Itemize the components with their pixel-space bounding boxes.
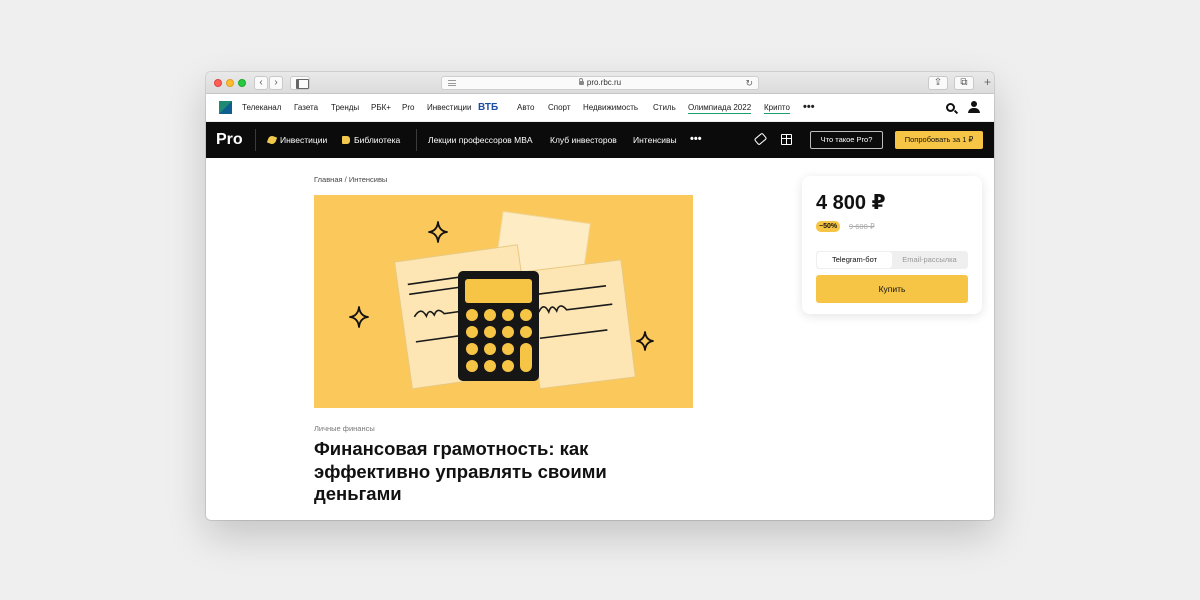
pro-nav-bar: Pro Инвестиции Библиотека Лекции професс… bbox=[206, 122, 994, 158]
topnav-item-style[interactable]: Стиль bbox=[653, 94, 676, 122]
what-is-pro-button[interactable]: Что такое Pro? bbox=[810, 131, 883, 149]
hero-image bbox=[314, 195, 693, 408]
pro-item-intensives[interactable]: Интенсивы bbox=[633, 122, 677, 158]
search-icon[interactable] bbox=[946, 103, 955, 112]
old-price: 9 600 ₽ bbox=[849, 222, 875, 231]
book-icon bbox=[342, 136, 350, 144]
topnav-item-investments[interactable]: Инвестиции bbox=[427, 94, 471, 122]
gift-icon[interactable] bbox=[781, 134, 792, 145]
option-telegram-bot[interactable]: Telegram-бот bbox=[817, 252, 892, 268]
price: 4 800 ₽ bbox=[816, 192, 886, 214]
coin-icon bbox=[266, 134, 278, 146]
topnav-item-trends[interactable]: Тренды bbox=[331, 94, 359, 122]
sparkle-icon bbox=[428, 221, 448, 243]
option-email[interactable]: Email-рассылка bbox=[892, 252, 967, 268]
reload-icon[interactable]: ↻ bbox=[745, 77, 753, 89]
ticket-icon[interactable] bbox=[753, 132, 768, 146]
article-title: Финансовая грамотность: как эффективно у… bbox=[314, 438, 607, 504]
share-button[interactable]: ⇪ bbox=[928, 76, 948, 90]
browser-titlebar: ‹ › pro.rbc.ru ↻ ⇪ ⧉ + bbox=[206, 72, 994, 94]
topnav-item-pro[interactable]: Pro bbox=[402, 94, 414, 122]
sparkle-icon bbox=[349, 306, 369, 328]
pro-item-investments[interactable]: Инвестиции bbox=[266, 122, 327, 158]
calculator bbox=[458, 271, 539, 381]
pro-more-icon[interactable]: ••• bbox=[690, 122, 702, 158]
topnav-item-sport[interactable]: Спорт bbox=[548, 94, 571, 122]
article-category[interactable]: Личные финансы bbox=[314, 424, 375, 433]
close-window-button[interactable] bbox=[214, 79, 222, 87]
pro-divider bbox=[255, 129, 256, 151]
topnav-item-crypto[interactable]: Крипто bbox=[764, 94, 790, 122]
pro-divider bbox=[416, 129, 417, 151]
browser-window: ‹ › pro.rbc.ru ↻ ⇪ ⧉ + Телеканал Газета … bbox=[206, 72, 994, 520]
sidebar-toggle-button[interactable] bbox=[290, 76, 310, 90]
topnav-item-rbc-plus[interactable]: РБК+ bbox=[371, 94, 391, 122]
user-icon[interactable] bbox=[968, 101, 980, 114]
delivery-toggle: Telegram-бот Email-рассылка bbox=[816, 251, 968, 269]
breadcrumb: Главная / Интенсивы bbox=[314, 175, 387, 184]
tabs-overview-button[interactable]: ⧉ bbox=[954, 76, 974, 90]
paper-right bbox=[525, 259, 636, 390]
topnav-item-tv[interactable]: Телеканал bbox=[242, 94, 281, 122]
rbc-top-nav: Телеканал Газета Тренды РБК+ Pro Инвести… bbox=[206, 94, 994, 122]
vtb-logo[interactable]: ВТБ bbox=[478, 101, 498, 114]
topnav-item-olympiad[interactable]: Олимпиада 2022 bbox=[688, 94, 752, 122]
pro-item-library[interactable]: Библиотека bbox=[342, 122, 400, 158]
rbc-logo[interactable] bbox=[219, 101, 232, 114]
discount-badge: −50% bbox=[816, 221, 841, 232]
reader-icon[interactable] bbox=[448, 80, 456, 86]
buy-button[interactable]: Купить bbox=[816, 275, 968, 303]
sparkle-icon bbox=[636, 331, 654, 351]
zoom-window-button[interactable] bbox=[238, 79, 246, 87]
breadcrumb-home[interactable]: Главная bbox=[314, 175, 343, 184]
breadcrumb-section[interactable]: Интенсивы bbox=[349, 175, 388, 184]
new-tab-button[interactable]: + bbox=[981, 76, 994, 90]
topnav-item-auto[interactable]: Авто bbox=[517, 94, 534, 122]
topnav-item-realty[interactable]: Недвижимость bbox=[583, 94, 638, 122]
calculator-illustration bbox=[349, 210, 654, 390]
price-card: 4 800 ₽ −50% 9 600 ₽ Telegram-бот Email-… bbox=[802, 176, 982, 314]
back-button[interactable]: ‹ bbox=[254, 76, 268, 90]
try-for-1-ruble-button[interactable]: Попробовать за 1 ₽ bbox=[895, 131, 983, 149]
minimize-window-button[interactable] bbox=[226, 79, 234, 87]
pro-item-club[interactable]: Клуб инвесторов bbox=[550, 122, 617, 158]
address-bar[interactable]: pro.rbc.ru ↻ bbox=[441, 76, 759, 90]
topnav-item-newspaper[interactable]: Газета bbox=[294, 94, 318, 122]
forward-button[interactable]: › bbox=[269, 76, 283, 90]
topnav-more-icon[interactable]: ••• bbox=[803, 94, 815, 122]
pro-logo[interactable]: Pro bbox=[216, 122, 243, 158]
url-text: pro.rbc.ru bbox=[586, 78, 622, 87]
pro-item-mba[interactable]: Лекции профессоров MBA bbox=[428, 122, 533, 158]
lock-icon bbox=[578, 78, 584, 85]
